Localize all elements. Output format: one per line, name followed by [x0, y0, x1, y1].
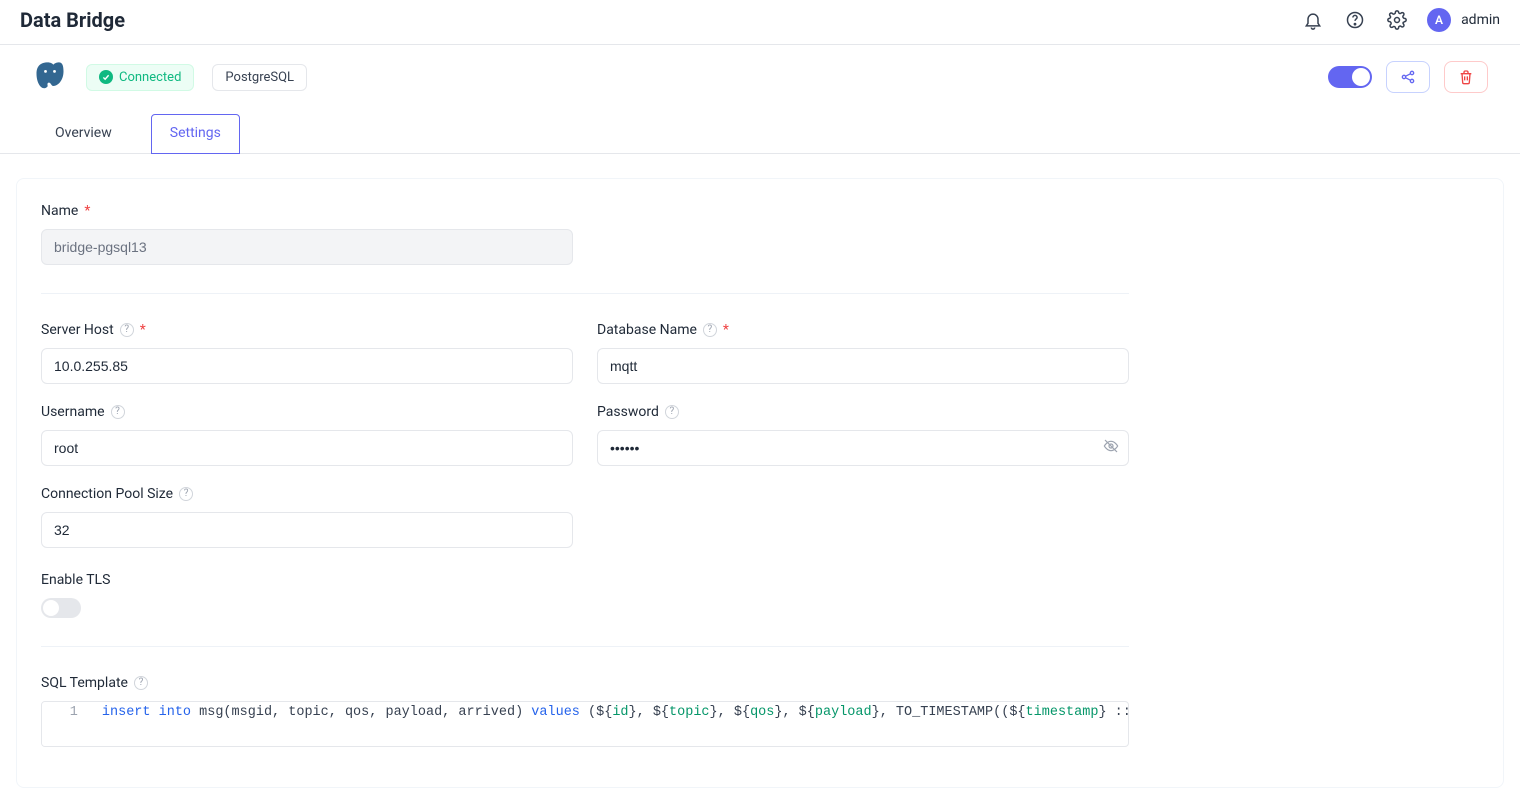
password-field[interactable] — [597, 430, 1129, 466]
tls-label: Enable TLS — [41, 572, 1479, 588]
page-title: Data Bridge — [20, 8, 125, 32]
pool-field[interactable] — [41, 512, 573, 548]
user-menu[interactable]: A admin — [1427, 8, 1500, 32]
help-icon[interactable] — [1343, 8, 1367, 32]
database-field[interactable] — [597, 348, 1129, 384]
eye-off-icon[interactable] — [1103, 438, 1119, 458]
subheader: Connected PostgreSQL — [0, 45, 1520, 105]
gear-icon[interactable] — [1385, 8, 1409, 32]
name-label: Name* — [41, 203, 573, 219]
help-circle-icon[interactable]: ? — [120, 323, 134, 337]
status-badge: Connected — [86, 64, 194, 91]
help-circle-icon[interactable]: ? — [134, 676, 148, 690]
share-button[interactable] — [1386, 61, 1430, 93]
username: admin — [1461, 12, 1500, 28]
line-number: 1 — [42, 702, 96, 724]
top-actions: A admin — [1301, 8, 1500, 32]
help-circle-icon[interactable]: ? — [179, 487, 193, 501]
delete-button[interactable] — [1444, 61, 1488, 93]
tls-toggle[interactable] — [41, 598, 81, 618]
type-chip: PostgreSQL — [212, 64, 307, 91]
status-text: Connected — [119, 70, 181, 85]
check-circle-icon — [99, 70, 113, 84]
name-field[interactable] — [41, 229, 573, 265]
pool-label: Connection Pool Size ? — [41, 486, 573, 502]
tab-overview[interactable]: Overview — [36, 114, 131, 154]
help-circle-icon[interactable]: ? — [111, 405, 125, 419]
help-circle-icon[interactable]: ? — [665, 405, 679, 419]
enable-toggle[interactable] — [1328, 66, 1372, 88]
postgres-logo-icon — [32, 59, 68, 95]
trash-icon — [1458, 69, 1474, 85]
sql-template-label: SQL Template ? — [41, 675, 1479, 691]
sql-editor[interactable]: 1 insert into msg(msgid, topic, qos, pay… — [41, 701, 1129, 747]
avatar: A — [1427, 8, 1451, 32]
share-icon — [1400, 69, 1416, 85]
settings-form: Name* Server Host ? * Username — [16, 178, 1504, 788]
bell-icon[interactable] — [1301, 8, 1325, 32]
tab-settings[interactable]: Settings — [151, 114, 240, 154]
username-label: Username ? — [41, 404, 573, 420]
divider — [41, 293, 1129, 294]
password-label: Password ? — [597, 404, 1129, 420]
server-host-field[interactable] — [41, 348, 573, 384]
tabs: Overview Settings — [0, 105, 1520, 154]
help-circle-icon[interactable]: ? — [703, 323, 717, 337]
server-host-label: Server Host ? * — [41, 322, 573, 338]
divider — [41, 646, 1129, 647]
username-field[interactable] — [41, 430, 573, 466]
topbar: Data Bridge A admin — [0, 0, 1520, 45]
sql-code[interactable]: insert into msg(msgid, topic, qos, paylo… — [96, 702, 1128, 724]
database-label: Database Name ? * — [597, 322, 1129, 338]
